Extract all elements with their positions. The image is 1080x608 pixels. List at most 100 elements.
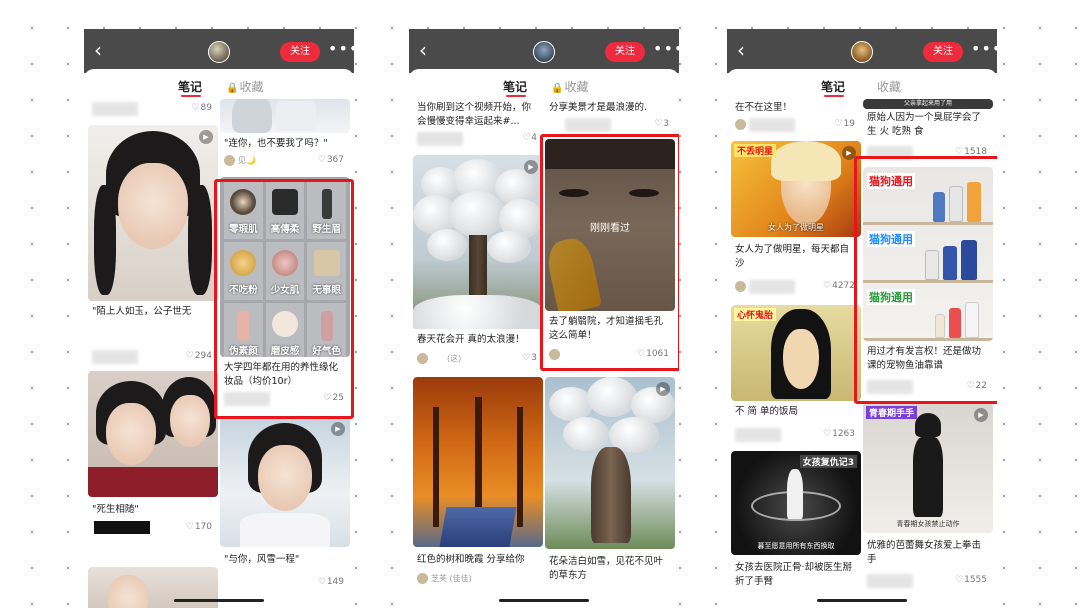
- video-badge: 女孩复仇记3: [799, 455, 857, 468]
- user-avatar: [735, 281, 746, 292]
- note-card[interactable]: 心怀鬼胎 不 简 单的饭局 ♡1263: [731, 305, 861, 447]
- note-caption: 花朵洁白如雪，见花不见叶的草东方: [549, 556, 664, 581]
- note-card[interactable]: 不丢明星 女人为了做明星 ▶ 女人为了做明星，每天都自沙 ♡4272: [731, 141, 861, 301]
- note-meta: ♡149: [224, 577, 346, 589]
- heart-icon: ♡: [317, 155, 326, 165]
- username: 见🌙: [238, 156, 256, 165]
- video-badge: 不丢明星: [734, 144, 777, 157]
- like-count: ♡294: [185, 351, 212, 361]
- tab-favorites[interactable]: 🔒收藏: [226, 78, 263, 95]
- like-count: ♡1263: [823, 429, 855, 439]
- user-avatar: [224, 155, 235, 166]
- username: (这): [447, 354, 462, 363]
- more-dots-icon[interactable]: •••: [971, 39, 997, 58]
- note-card[interactable]: ▶ "陌上人如玉，公子世无 ♡294: [88, 125, 218, 367]
- note-card[interactable]: "死生相随" ♡170: [88, 371, 218, 561]
- note-thumbnail: 青春期手手 青春期女孩禁止动作 ▶: [863, 403, 993, 533]
- note-card[interactable]: ▶ 春天花会开 真的太浪漫！ (这) ♡3: [413, 155, 543, 371]
- heart-icon: ♡: [654, 119, 663, 129]
- blurred-username: [92, 350, 138, 364]
- note-card[interactable]: 青春期手手 青春期女孩禁止动作 ▶ 优雅的芭蕾舞女孩爱上拳击手 ♡1555: [863, 403, 993, 608]
- note-caption: "连你，也不要我了吗？": [224, 138, 328, 149]
- like-count: ♡1555: [955, 575, 987, 585]
- top-bar: ‹ 关注 •••: [727, 29, 997, 73]
- like-count: ♡19: [834, 119, 855, 129]
- follow-button[interactable]: 关注: [923, 42, 963, 62]
- note-card[interactable]: 红色的树和晚霞 分享给你 芝芙 (佳佳): [413, 377, 543, 607]
- note-meta: (这) ♡3: [417, 353, 539, 365]
- blurred-username: [749, 118, 795, 132]
- top-bar: ‹ 关注 •••: [84, 29, 354, 73]
- username: 芝芙 (佳佳): [431, 574, 472, 583]
- notes-column-left: ♡89 ▶ "陌上人如玉，公子世无 ♡294 "死生相随" ♡170: [88, 99, 218, 608]
- tab-favorites-label: 收藏: [564, 80, 589, 94]
- tab-notes[interactable]: 笔记: [503, 78, 527, 95]
- note-meta: 见🌙 ♡367: [224, 155, 346, 167]
- note-thumbnail: 女孩复仇记3 暮至愿意用所有东西换取: [731, 451, 861, 555]
- heart-icon: ♡: [834, 119, 843, 129]
- heart-icon: ♡: [522, 133, 531, 143]
- note-meta: ♡4272: [735, 280, 857, 294]
- note-caption: 红色的树和晚霞 分享给你: [417, 554, 525, 565]
- note-card[interactable]: 女孩复仇记3 暮至愿意用所有东西换取 女孩去医院正骨·却被医生掰折了手臂: [731, 451, 861, 608]
- note-meta: ♡19: [735, 118, 857, 132]
- note-card[interactable]: 当你刷到这个视频开始，你会慢慢变得幸运起来#... ♡4: [413, 99, 543, 149]
- heart-icon: ♡: [185, 351, 194, 361]
- play-icon: ▶: [524, 160, 538, 174]
- note-card[interactable]: 在不在这里！ ♡19: [731, 99, 861, 135]
- chevron-left-icon[interactable]: ‹: [419, 40, 427, 60]
- blurred-username: [749, 280, 795, 294]
- blurred-username: [92, 102, 138, 116]
- play-icon: ▶: [199, 130, 213, 144]
- note-card[interactable]: 父亲拿起来用了用 原始人因为一个臭屁学会了 生 火 吃熟 食 ♡1518: [863, 99, 993, 161]
- chevron-left-icon[interactable]: ‹: [737, 40, 745, 60]
- tab-notes[interactable]: 笔记: [821, 78, 845, 95]
- phone-screen-1: ‹ 关注 ••• 笔记 🔒收藏 ♡89: [84, 29, 354, 608]
- notes-column-left: 在不在这里！ ♡19 不丢明星 女人为了做明星 ▶ 女人为了做明星，每天都自沙: [731, 99, 861, 608]
- avatar[interactable]: [208, 41, 230, 63]
- note-caption: "与你，风雪一程": [224, 554, 300, 565]
- note-meta: ♡89: [92, 102, 214, 116]
- lock-icon: 🔒: [226, 83, 239, 94]
- profile-tabs: 笔记 🔒收藏: [84, 69, 354, 99]
- chevron-left-icon[interactable]: ‹: [94, 40, 102, 60]
- note-meta: ♡1555: [867, 574, 989, 588]
- note-card[interactable]: 分享美景才是最浪漫的. ♡3: [545, 99, 675, 135]
- blurred-username: [565, 118, 611, 132]
- note-card[interactable]: ▶ 花朵洁白如雪，见花不见叶的草东方: [545, 377, 675, 607]
- like-count: ♡89: [191, 103, 212, 113]
- note-caption: 分享美景才是最浪漫的.: [549, 102, 648, 113]
- tab-notes[interactable]: 笔记: [178, 78, 202, 95]
- note-caption: "陌上人如玉，公子世无: [92, 306, 192, 317]
- like-count: ♡367: [317, 155, 344, 165]
- note-thumbnail: ▶: [545, 377, 675, 549]
- top-bar: ‹ 关注 •••: [409, 29, 679, 73]
- follow-button[interactable]: 关注: [605, 42, 645, 62]
- home-indicator: [174, 599, 264, 602]
- like-count: ♡149: [317, 577, 344, 587]
- note-caption: 优雅的芭蕾舞女孩爱上拳击手: [867, 540, 982, 565]
- lock-icon: 🔒: [551, 83, 564, 94]
- note-card[interactable]: "连你，也不要我了吗？" 见🌙 ♡367: [220, 99, 350, 171]
- follow-button[interactable]: 关注: [280, 42, 320, 62]
- home-indicator: [817, 599, 907, 602]
- more-dots-icon[interactable]: •••: [328, 39, 354, 58]
- note-caption: "死生相随": [92, 504, 139, 515]
- note-card[interactable]: ▶ "与你，风雪一程" ♡149: [220, 417, 350, 608]
- note-meta: 芝芙 (佳佳): [417, 573, 539, 585]
- tab-underline: [506, 95, 526, 97]
- avatar[interactable]: [851, 41, 873, 63]
- heart-icon: ♡: [823, 281, 832, 291]
- avatar[interactable]: [533, 41, 555, 63]
- note-thumbnail: [88, 371, 218, 497]
- blurred-username: [417, 132, 463, 146]
- tab-favorites[interactable]: 🔒收藏: [551, 78, 588, 95]
- profile-tabs: 笔记 🔒收藏: [409, 69, 679, 99]
- more-dots-icon[interactable]: •••: [653, 39, 679, 58]
- highlight-box: [540, 134, 679, 371]
- tab-favorites[interactable]: 收藏: [877, 78, 901, 95]
- note-card[interactable]: ♡89: [88, 99, 218, 121]
- video-badge: 青春期手手: [866, 406, 918, 419]
- note-thumbnail: ▶: [88, 125, 218, 301]
- note-caption: 原始人因为一个臭屁学会了 生 火 吃熟 食: [867, 112, 982, 137]
